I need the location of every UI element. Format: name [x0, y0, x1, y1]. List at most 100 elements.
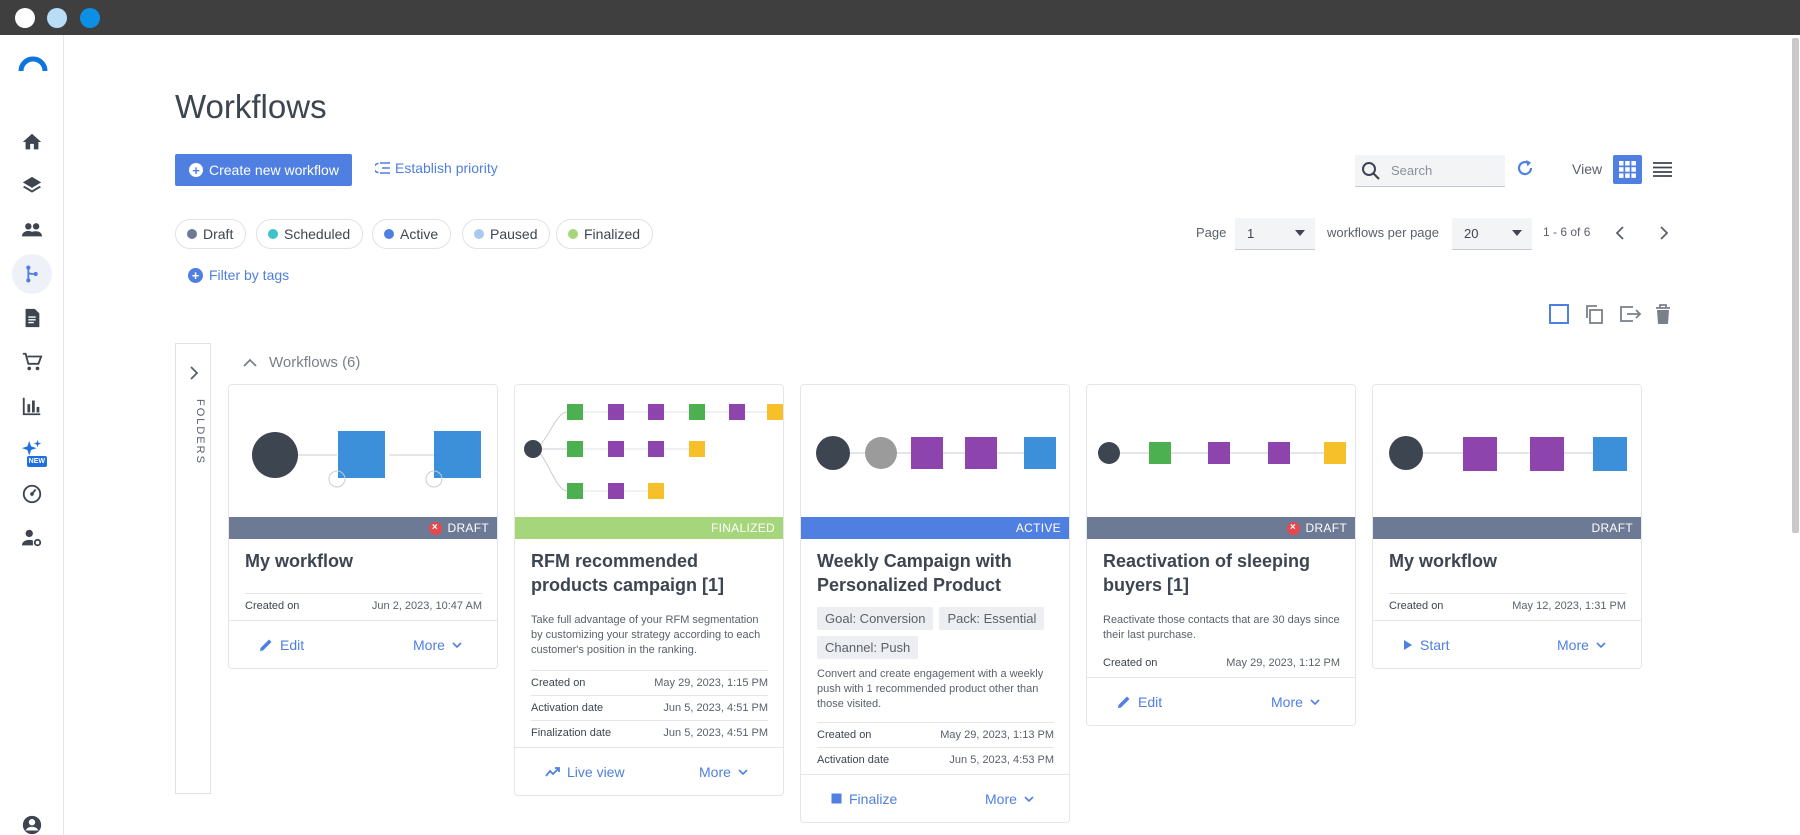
plus-circle-icon: +	[188, 267, 203, 283]
status-badge: DRAFT	[1373, 517, 1641, 539]
more-button[interactable]: More	[413, 637, 462, 653]
chevron-right-icon[interactable]	[189, 366, 199, 385]
home-icon[interactable]	[12, 122, 52, 162]
card-title[interactable]: RFM recommended products campaign [1]	[531, 549, 768, 597]
delete-icon[interactable]	[1653, 303, 1673, 330]
card-title[interactable]: My workflow	[1389, 549, 1626, 573]
status-label: DRAFT	[1305, 521, 1347, 535]
layers-icon[interactable]	[12, 166, 52, 206]
meta-row: Created on May 29, 2023, 1:12 PM	[1103, 651, 1340, 675]
live-view-label: Live view	[567, 763, 625, 780]
chip-label: Active	[400, 226, 439, 242]
filter-by-tags-link[interactable]: + Filter by tags	[188, 267, 289, 283]
chevron-down-icon	[1512, 230, 1522, 236]
window-close-button[interactable]	[15, 8, 35, 28]
more-button[interactable]: More	[699, 764, 748, 780]
filter-chip-scheduled[interactable]: Scheduled	[256, 219, 364, 249]
list-icon	[1653, 162, 1672, 177]
meta-value: Jun 2, 2023, 10:47 AM	[371, 600, 482, 612]
account-icon[interactable]	[12, 805, 52, 835]
search-input[interactable]	[1391, 163, 1496, 178]
card-title[interactable]: Weekly Campaign with Personalized Produc…	[817, 549, 1054, 597]
status-badge: FINALIZED	[515, 517, 783, 539]
cart-icon[interactable]	[12, 342, 52, 382]
workflow-card[interactable]: DRAFT My workflow Created on May 12, 2023…	[1372, 384, 1642, 669]
filter-chip-active[interactable]: Active	[372, 219, 452, 249]
search-icon	[1362, 161, 1380, 180]
refresh-icon[interactable]	[1515, 158, 1535, 183]
page-select-value: 1	[1247, 226, 1255, 241]
tag[interactable]: Pack: Essential	[939, 607, 1045, 630]
more-label: More	[1271, 694, 1303, 710]
window-minimize-button[interactable]	[47, 8, 67, 28]
establish-priority-link[interactable]: Establish priority	[375, 160, 498, 176]
tag[interactable]: Goal: Conversion	[817, 607, 934, 630]
more-button[interactable]: More	[1557, 637, 1606, 653]
workflow-card[interactable]: FINALIZED RFM recommended products campa…	[514, 384, 784, 796]
workflow-card[interactable]: × DRAFT My workflow Created on Jun 2, 2023…	[228, 384, 498, 669]
status-dot	[474, 229, 484, 239]
card-title[interactable]: My workflow	[245, 549, 482, 573]
prev-page-icon[interactable]	[1615, 226, 1625, 245]
bar-chart-icon[interactable]	[12, 386, 52, 426]
workflow-card[interactable]: ACTIVE Weekly Campaign with Personalized…	[800, 384, 1070, 823]
filter-chip-paused[interactable]: Paused	[462, 219, 551, 249]
window-maximize-button[interactable]	[80, 8, 100, 28]
pencil-icon	[260, 639, 272, 651]
sidebar: NEW	[0, 35, 64, 835]
start-button[interactable]: Start	[1403, 637, 1450, 653]
sparkles-icon[interactable]: NEW	[12, 430, 52, 470]
page-label: Page	[1196, 225, 1227, 240]
finalize-button[interactable]: Finalize	[831, 791, 897, 807]
more-label: More	[699, 764, 731, 780]
move-to-folder-icon[interactable]	[1618, 303, 1642, 330]
chevron-up-icon	[243, 358, 257, 367]
meta-row: Created on May 29, 2023, 1:13 PM	[817, 722, 1054, 747]
more-label: More	[985, 791, 1017, 807]
workflow-icon[interactable]	[12, 254, 52, 294]
meta-value: Jun 5, 2023, 4:51 PM	[663, 702, 768, 714]
tag[interactable]: Channel: Push	[817, 636, 919, 659]
create-workflow-button[interactable]: + Create new workflow	[175, 154, 352, 186]
per-page-select[interactable]: 20	[1452, 218, 1532, 250]
page-range: 1 - 6 of 6	[1543, 225, 1591, 239]
status-label: DRAFT	[447, 521, 489, 535]
status-badge: × DRAFT	[229, 517, 497, 539]
workflows-group-header[interactable]: Workflows (6)	[243, 354, 360, 371]
more-button[interactable]: More	[1271, 694, 1320, 710]
people-icon[interactable]	[12, 210, 52, 250]
edit-button[interactable]: Edit	[259, 637, 304, 653]
card-title[interactable]: Reactivation of sleeping buyers [1]	[1103, 549, 1340, 597]
brand-logo[interactable]	[18, 56, 48, 77]
search-field[interactable]	[1355, 155, 1505, 187]
live-view-button[interactable]: Live view	[545, 764, 625, 780]
select-all-checkbox[interactable]	[1548, 303, 1570, 330]
page-select[interactable]: 1	[1235, 218, 1315, 250]
workflow-card[interactable]: × DRAFT Reactivation of sleeping buyers […	[1086, 384, 1356, 726]
tag-list: Goal: Conversion Pack: Essential Channel…	[817, 607, 1054, 659]
folders-panel[interactable]: FOLDERS	[175, 343, 211, 794]
filter-chip-draft[interactable]: Draft	[175, 219, 247, 249]
list-view-button[interactable]	[1648, 155, 1677, 184]
document-icon[interactable]	[12, 298, 52, 338]
scrollbar-thumb[interactable]	[1792, 38, 1799, 533]
gauge-icon[interactable]	[12, 474, 52, 514]
next-page-icon[interactable]	[1659, 226, 1669, 245]
meta-key: Created on	[1389, 600, 1444, 612]
pencil-icon	[1118, 696, 1130, 708]
chip-label: Draft	[203, 226, 234, 242]
per-page-select-value: 20	[1464, 226, 1479, 241]
more-button[interactable]: More	[985, 791, 1034, 807]
edit-button[interactable]: Edit	[1117, 694, 1162, 710]
window-titlebar	[0, 0, 1800, 35]
status-dot	[187, 229, 197, 239]
card-actions: Edit More	[229, 620, 497, 668]
filter-by-tags-label: Filter by tags	[209, 267, 290, 283]
error-icon: ×	[428, 521, 442, 535]
priority-list-icon	[375, 162, 390, 174]
user-settings-icon[interactable]	[12, 518, 52, 558]
chevron-down-icon	[1024, 795, 1034, 802]
filter-chip-finalized[interactable]: Finalized	[556, 219, 654, 249]
grid-view-button[interactable]	[1613, 155, 1642, 184]
duplicate-icon[interactable]	[1583, 303, 1605, 330]
